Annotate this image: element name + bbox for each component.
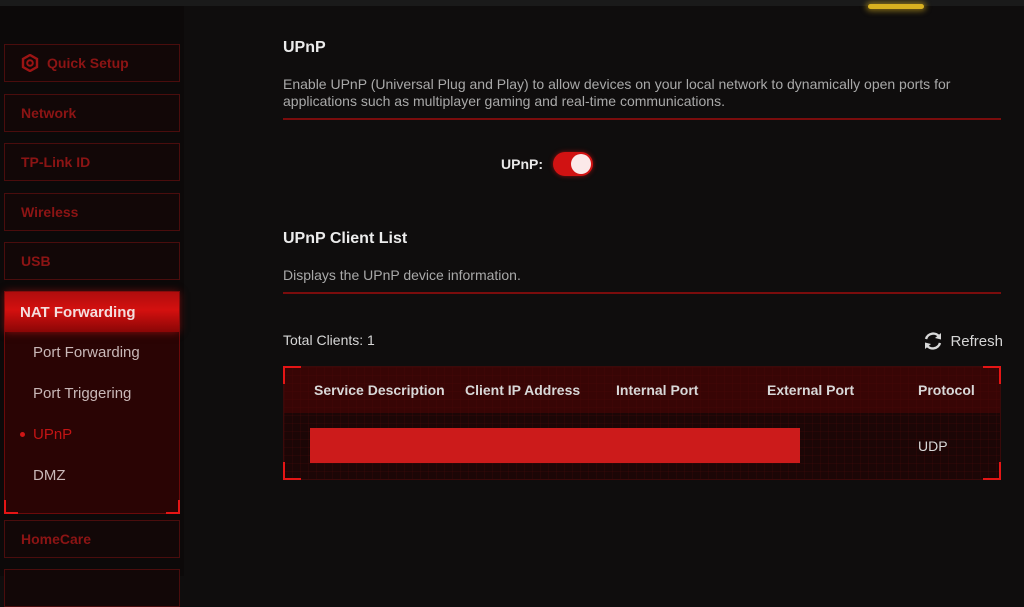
upnp-description: Enable UPnP (Universal Plug and Play) to… (283, 76, 951, 109)
sidebar-subitem-label: UPnP (33, 426, 73, 443)
sidebar-item-tp-link-id[interactable]: TP-Link ID (4, 143, 180, 181)
cell-protocol: UDP (918, 438, 948, 454)
sidebar-group-nat-forwarding: NAT Forwarding Port Forwarding Port Trig… (4, 291, 180, 514)
sidebar-item-label: HomeCare (21, 531, 92, 547)
toggle-knob (571, 154, 591, 174)
table-header: Service Description Client IP Address In… (284, 367, 1000, 413)
sidebar-item-network[interactable]: Network (4, 94, 180, 132)
sidebar: Quick Setup Network TP-Link ID Wireless … (0, 6, 184, 607)
sidebar-subitem-upnp[interactable]: UPnP (5, 414, 179, 455)
corner-accent (983, 462, 1001, 480)
sidebar-item-homecare[interactable]: HomeCare (4, 520, 180, 558)
column-header-service-description: Service Description (314, 382, 445, 398)
sidebar-item-nat-forwarding[interactable]: NAT Forwarding (5, 292, 179, 332)
corner-accent (4, 500, 18, 514)
redacted-cells (310, 428, 800, 463)
sidebar-item-label: Quick Setup (47, 55, 129, 71)
refresh-icon (922, 330, 944, 352)
sidebar-item-usb[interactable]: USB (4, 242, 180, 280)
column-header-internal-port: Internal Port (616, 382, 699, 398)
upnp-toggle-row: UPnP: (501, 152, 593, 176)
section-divider (283, 292, 1001, 294)
sidebar-subitem-label: Port Triggering (33, 385, 132, 402)
sidebar-subitem-dmz[interactable]: DMZ (5, 455, 179, 496)
table-row: UDP (284, 413, 1000, 479)
column-header-external-port: External Port (767, 382, 855, 398)
sidebar-item-next[interactable] (4, 569, 180, 607)
active-indicator-dot (20, 432, 25, 437)
sidebar-subitem-label: DMZ (33, 467, 66, 484)
sidebar-item-wireless[interactable]: Wireless (4, 193, 180, 231)
sidebar-subitem-port-triggering[interactable]: Port Triggering (5, 373, 179, 414)
sidebar-subitem-port-forwarding[interactable]: Port Forwarding (5, 332, 179, 373)
upnp-toggle-label: UPnP: (501, 156, 543, 172)
upnp-toggle[interactable] (553, 152, 593, 176)
client-table: Service Description Client IP Address In… (283, 366, 1001, 480)
sidebar-item-label: Wireless (21, 204, 79, 220)
total-clients: Total Clients: 1 (283, 332, 375, 348)
sidebar-item-label: USB (21, 253, 51, 269)
corner-accent (283, 462, 301, 480)
gear-icon (21, 54, 39, 72)
column-header-protocol: Protocol (918, 382, 975, 398)
column-header-client-ip: Client IP Address (465, 382, 581, 398)
client-list-title: UPnP Client List (283, 230, 408, 247)
refresh-label: Refresh (950, 332, 1003, 350)
sidebar-item-label: NAT Forwarding (20, 303, 136, 321)
client-list-description: Displays the UPnP device information. (283, 267, 521, 283)
section-divider (283, 118, 1001, 120)
sidebar-subitem-label: Port Forwarding (33, 344, 140, 361)
main-content: UPnP Enable UPnP (Universal Plug and Pla… (283, 0, 1003, 576)
corner-accent (166, 500, 180, 514)
upnp-title: UPnP (283, 39, 326, 56)
corner-accent (283, 366, 301, 384)
sidebar-item-label: Network (21, 105, 77, 121)
sidebar-item-quick-setup[interactable]: Quick Setup (4, 44, 180, 82)
corner-accent (983, 366, 1001, 384)
sidebar-item-label: TP-Link ID (21, 154, 91, 170)
refresh-button[interactable]: Refresh (922, 330, 1003, 352)
